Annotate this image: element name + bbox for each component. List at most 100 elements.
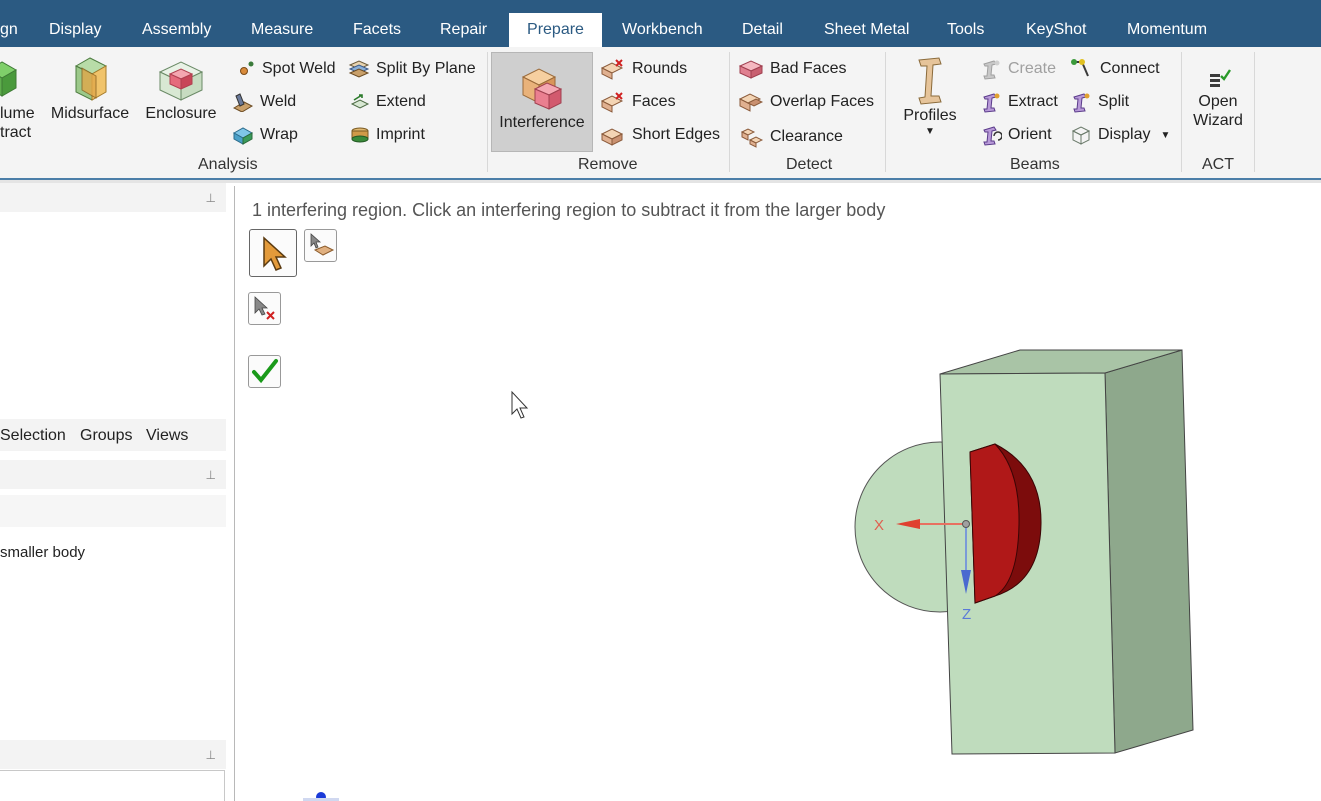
tab-momentum[interactable]: Momentum (1127, 13, 1207, 47)
wizard-icon (1210, 69, 1231, 87)
group-separator (487, 52, 488, 172)
tab-keyshot[interactable]: KeyShot (1026, 13, 1086, 47)
midsurface-button[interactable]: Midsurface (50, 56, 130, 123)
overlap-faces-label: Overlap Faces (770, 93, 875, 110)
remove-rounds-button[interactable]: Rounds (600, 55, 687, 83)
remove-short-edges-button[interactable]: Short Edges (600, 121, 720, 149)
weld-label: Weld (260, 93, 297, 110)
wrap-icon (232, 127, 254, 145)
pin-icon[interactable]: ⊥ (206, 748, 216, 762)
enclosure-button[interactable]: Enclosure (142, 56, 220, 123)
beam-orient-button[interactable]: Orient (980, 121, 1052, 149)
short-edges-label: Short Edges (632, 126, 721, 143)
faces-label: Faces (632, 93, 676, 110)
beam-extract-icon (983, 93, 1000, 113)
split-by-plane-icon (348, 60, 370, 78)
properties-panel-header: ⊥ (0, 740, 226, 769)
extend-button[interactable]: Extend (350, 88, 426, 116)
bad-faces-label: Bad Faces (770, 60, 847, 77)
tab-views[interactable]: Views (146, 427, 188, 445)
extend-label: Extend (376, 93, 426, 110)
group-label-detect: Detect (786, 156, 833, 173)
faces-icon (600, 92, 624, 113)
triad-icon (303, 792, 339, 801)
interference-icon (521, 68, 563, 110)
open-wizard-label-1: Open (1198, 93, 1238, 110)
split-by-plane-label: Split By Plane (376, 60, 476, 77)
imprint-label: Imprint (376, 126, 425, 143)
profiles-button[interactable]: Profiles ▼ (896, 56, 964, 139)
open-wizard-button[interactable]: Open Wizard (1188, 64, 1248, 130)
group-separator (1254, 52, 1255, 172)
bad-faces-button[interactable]: Bad Faces (738, 55, 846, 83)
spot-weld-icon (240, 61, 254, 75)
tab-assembly[interactable]: Assembly (142, 13, 211, 47)
spot-weld-button[interactable]: Spot Weld (236, 55, 336, 83)
clearance-button[interactable]: Clearance (740, 123, 843, 151)
block-side-face[interactable] (1104, 349, 1194, 754)
extend-icon (350, 94, 370, 109)
midsurface-label: Midsurface (50, 105, 130, 122)
beam-split-label: Split (1098, 93, 1130, 110)
beam-create-label: Create (1008, 60, 1057, 77)
axis-origin (962, 520, 970, 528)
imprint-button[interactable]: Imprint (350, 121, 425, 149)
imprint-icon (351, 127, 369, 143)
open-wizard-label-2: Wizard (1193, 112, 1243, 129)
enclosure-icon (158, 61, 204, 101)
midsurface-icon (74, 57, 108, 101)
overlap-faces-button[interactable]: Overlap Faces (738, 88, 874, 116)
weld-icon (232, 93, 254, 112)
tab-tools[interactable]: Tools (947, 13, 984, 47)
volume-extract-button[interactable]: lume tract (0, 56, 40, 142)
tab-detail[interactable]: Detail (742, 13, 783, 47)
beam-display-dropdown-icon[interactable]: ▼ (1160, 130, 1170, 141)
beam-create-button[interactable]: Create (980, 55, 1056, 83)
beam-display-button[interactable]: Display ▼ (1070, 121, 1170, 149)
group-separator (729, 52, 730, 172)
volume-extract-icon (0, 61, 18, 97)
group-label-remove: Remove (578, 156, 638, 173)
tab-groups[interactable]: Groups (80, 427, 132, 445)
options-subheader (0, 495, 226, 527)
tab-design[interactable]: gn (0, 13, 18, 47)
tab-workbench[interactable]: Workbench (622, 13, 703, 47)
interference-button[interactable]: Interference (491, 52, 593, 152)
beam-orient-label: Orient (1008, 126, 1052, 143)
beam-display-label: Display (1098, 126, 1151, 143)
x-axis-label: X (874, 517, 884, 534)
enclosure-label: Enclosure (145, 105, 217, 122)
group-separator (885, 52, 886, 172)
tab-repair[interactable]: Repair (440, 13, 487, 47)
pin-icon[interactable]: ⊥ (206, 191, 216, 205)
beam-split-icon (1073, 93, 1090, 113)
short-edges-icon (600, 128, 624, 146)
remove-faces-button[interactable]: Faces (600, 88, 676, 116)
model-scene[interactable]: X Z (235, 186, 1321, 801)
3d-viewport[interactable]: 1 interfering region. Click an interferi… (235, 186, 1321, 801)
profiles-label: Profiles (903, 107, 957, 124)
rounds-label: Rounds (632, 60, 688, 77)
wrap-button[interactable]: Wrap (232, 121, 298, 149)
beam-connect-button[interactable]: Connect (1070, 55, 1160, 83)
beam-orient-icon (983, 126, 1002, 146)
tab-display[interactable]: Display (49, 13, 101, 47)
split-by-plane-button[interactable]: Split By Plane (348, 55, 476, 83)
tab-facets[interactable]: Facets (353, 13, 401, 47)
pin-icon[interactable]: ⊥ (206, 468, 216, 482)
tab-sheet-metal[interactable]: Sheet Metal (824, 13, 909, 47)
structure-panel-header: ⊥ (0, 183, 226, 212)
beam-extract-button[interactable]: Extract (980, 88, 1058, 116)
z-axis-label: Z (962, 606, 971, 623)
ribbon-tab-bar: gn Display Assembly Measure Facets Repai… (0, 0, 1321, 47)
group-separator (1181, 52, 1182, 172)
weld-button[interactable]: Weld (232, 88, 296, 116)
tab-measure[interactable]: Measure (251, 13, 313, 47)
option-smaller-body[interactable]: smaller body (0, 544, 85, 561)
volume-extract-label-2: tract (0, 124, 32, 141)
beam-split-button[interactable]: Split (1070, 88, 1129, 116)
tab-selection[interactable]: Selection (0, 427, 66, 445)
rounds-icon (600, 59, 624, 80)
wrap-label: Wrap (260, 126, 298, 143)
tab-prepare[interactable]: Prepare (509, 13, 602, 47)
